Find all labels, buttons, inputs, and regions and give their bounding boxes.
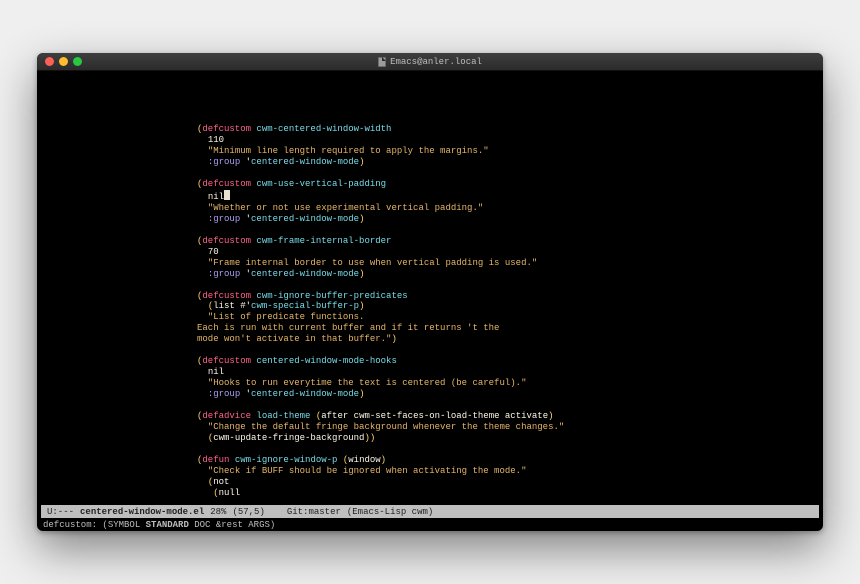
indent [197,466,208,476]
arg: after [321,411,348,421]
paren: ) [359,301,364,311]
symbol: cwm-use-vertical-padding [256,179,386,189]
indent [197,433,208,443]
window-title-wrap: Emacs@anler.local [37,57,823,67]
modeline-position: (57,5) [232,507,264,517]
keyword-defcustom: defcustom [202,291,251,301]
eldoc-arg: SYMBOL [108,520,146,530]
value: 110 [208,135,224,145]
symbol: cwm-ignore-buffer-predicates [256,291,407,301]
app-window: Emacs@anler.local (defcustom cwm-centere… [37,53,823,531]
paren: ) [381,455,386,465]
zoom-icon[interactable] [73,57,82,66]
value: 70 [208,247,219,257]
indent [197,422,208,432]
docstring: mode won't activate in that buffer." [197,334,391,344]
symbol: centered-window-mode [251,214,359,224]
docstring: Each is run with current buffer and if i… [197,323,499,333]
modeline-modes: (Emacs-Lisp cwm) [347,507,433,517]
eldoc-arg: DOC &rest ARGS [189,520,270,530]
keyword-defadvice: defadvice [202,411,251,421]
indent [197,192,208,202]
paren: ) [548,411,553,421]
symbol: cwm-frame-internal-border [256,236,391,246]
keyword-arg: :group [208,269,240,279]
docstring: "List of predicate functions. [208,312,365,322]
indent [197,157,208,167]
paren: ) [359,157,364,167]
symbol: centered-window-mode [251,269,359,279]
indent [197,301,208,311]
indent [197,146,208,156]
docstring: "Change the default fringe background wh… [208,422,564,432]
paren: ) [391,334,396,344]
symbol: cwm-ignore-window-p [235,455,338,465]
indent [197,135,208,145]
eldoc-fn: defcustom [43,520,92,530]
indent [197,269,208,279]
modeline-buffer-name: centered-window-mode.el [80,507,204,517]
indent [197,203,208,213]
value: nil [208,367,224,377]
symbol: null [219,488,241,498]
keyword-arg: :group [208,214,240,224]
traffic-lights [37,57,82,66]
paren: )) [364,433,375,443]
docstring: "Frame internal border to use when verti… [208,258,537,268]
eldoc-colon: : [92,520,103,530]
symbol: cwm-centered-window-width [256,124,391,134]
arg: activate [505,411,548,421]
keyword-arg: :group [208,389,240,399]
indent [197,367,208,377]
window-title: Emacs@anler.local [390,57,482,67]
docstring: "Check if BUFF should be ignored when ac… [208,466,527,476]
paren: ) [359,269,364,279]
indent [197,312,208,322]
docstring: "Minimum line length required to apply t… [208,146,489,156]
indent [197,258,208,268]
modeline-git: Git:master [287,507,341,517]
paren: ) [359,389,364,399]
symbol: cwm-special-buffer-p [251,301,359,311]
symbol: cwm-update-fringe-background [213,433,364,443]
eldoc-current-arg: STANDARD [146,520,189,530]
indent [197,389,208,399]
modeline-percent: 28% [210,507,226,517]
eldoc-close: ) [270,520,275,530]
indent [197,214,208,224]
docstring: "Whether or not use experimental vertica… [208,203,483,213]
keyword-arg: :group [208,157,240,167]
keyword-defun: defun [202,455,229,465]
keyword-defcustom: defcustom [202,236,251,246]
keyword-defcustom: defcustom [202,356,251,366]
echo-area: defcustom: (SYMBOL STANDARD DOC &rest AR… [37,518,823,531]
symbol: not [213,477,229,487]
symbol: centered-window-mode [251,389,359,399]
paren: ) [359,214,364,224]
sharp-quote: #' [240,301,251,311]
modeline-coding: U:--- [47,507,74,517]
symbol: centered-window-mode-hooks [256,356,396,366]
arg: window [348,455,380,465]
indent [197,247,208,257]
indent [197,378,208,388]
value: nil [208,192,224,202]
close-icon[interactable] [45,57,54,66]
indent [197,488,213,498]
symbol: list [213,301,235,311]
keyword-defcustom: defcustom [202,124,251,134]
arg: cwm-set-faces-on-load-theme [354,411,500,421]
minimize-icon[interactable] [59,57,68,66]
keyword-defcustom: defcustom [202,179,251,189]
docstring: "Hooks to run everytime the text is cent… [208,378,527,388]
document-icon [378,57,386,67]
symbol: load-theme [256,411,310,421]
symbol: centered-window-mode [251,157,359,167]
text-cursor [224,190,230,200]
indent [197,477,208,487]
editor-area[interactable]: (defcustom cwm-centered-window-width 110… [37,71,823,505]
titlebar[interactable]: Emacs@anler.local [37,53,823,71]
mode-line[interactable]: U:--- centered-window-mode.el 28% (57,5)… [41,505,819,518]
